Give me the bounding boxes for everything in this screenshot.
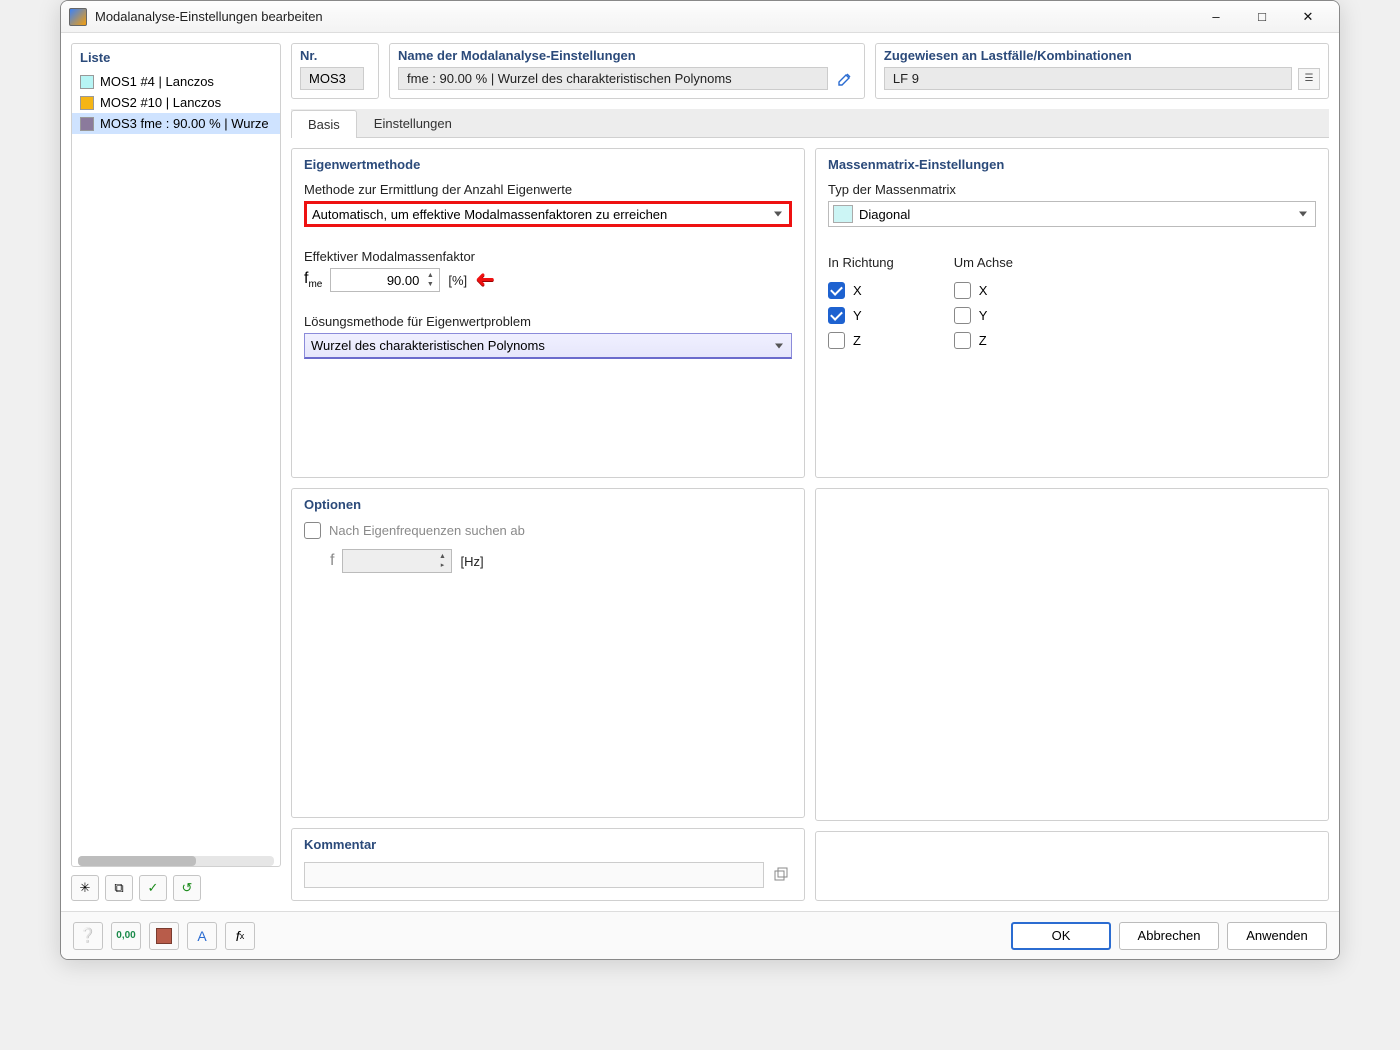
spinner-icon[interactable]: ▲▼ <box>423 271 437 289</box>
group-title: Massenmatrix-Einstellungen <box>828 157 1316 172</box>
cancel-button[interactable]: Abbrechen <box>1119 922 1219 950</box>
list-item-label: MOS3 fme : 90.00 % | Wurze <box>100 116 269 131</box>
axis-x-checkbox[interactable]: X <box>954 282 1013 299</box>
method-label: Methode zur Ermittlung der Anzahl Eigenw… <box>304 182 792 197</box>
group-title: Optionen <box>304 497 792 512</box>
eigenfreq-label: Nach Eigenfrequenzen suchen ab <box>329 523 525 538</box>
group-title: Kommentar <box>304 837 792 852</box>
dir-x-checkbox[interactable]: X <box>828 282 894 299</box>
group-title: Eigenwertmethode <box>304 157 792 172</box>
dir-y-checkbox[interactable]: Y <box>828 307 894 324</box>
list-items: MOS1 #4 | Lanczos MOS2 #10 | Lanczos MOS… <box>72 71 280 850</box>
mass-matrix-group: Massenmatrix-Einstellungen Typ der Masse… <box>815 148 1329 478</box>
axis-header: Um Achse <box>954 255 1013 270</box>
checklist-button[interactable]: ✓ <box>139 875 167 901</box>
tab-bar: Basis Einstellungen <box>291 109 1329 138</box>
name-field[interactable]: fme : 90.00 % | Wurzel des charakteristi… <box>398 67 828 90</box>
list-item-label: MOS1 #4 | Lanczos <box>100 74 214 89</box>
list-item[interactable]: MOS1 #4 | Lanczos <box>72 71 280 92</box>
tab-settings[interactable]: Einstellungen <box>357 109 469 137</box>
axis-z-checkbox[interactable]: Z <box>954 332 1013 349</box>
horizontal-scrollbar[interactable] <box>78 856 274 866</box>
nr-box: Nr. MOS3 <box>291 43 379 99</box>
factor-label: Effektiver Modalmassenfaktor <box>304 249 792 264</box>
checkbox-icon <box>954 332 971 349</box>
new-item-button[interactable]: ✳ <box>71 875 99 901</box>
reset-checks-button[interactable]: ↺ <box>173 875 201 901</box>
font-button[interactable]: A <box>187 922 217 950</box>
empty-group-2 <box>815 831 1329 901</box>
checkbox-icon <box>828 307 845 324</box>
comment-library-icon[interactable] <box>770 864 792 886</box>
name-box: Name der Modalanalyse-Einstellungen fme … <box>389 43 865 99</box>
checkbox-icon <box>828 282 845 299</box>
checkbox-icon <box>828 332 845 349</box>
dir-z-checkbox[interactable]: Z <box>828 332 894 349</box>
solver-label: Lösungsmethode für Eigenwertproblem <box>304 314 792 329</box>
list-toolbar: ✳ ⧉ ✓ ↺ <box>71 875 281 901</box>
factor-input[interactable]: 90.00 ▲▼ <box>330 268 440 292</box>
mass-type-value: Diagonal <box>859 207 910 222</box>
solver-select-value: Wurzel des charakteristischen Polynoms <box>311 338 545 353</box>
color-swatch <box>80 117 94 131</box>
eigenfreq-checkbox[interactable]: Nach Eigenfrequenzen suchen ab <box>304 522 792 539</box>
checkbox-icon <box>954 282 971 299</box>
annotation-arrow-icon: ➜ <box>475 268 495 292</box>
options-group: Optionen Nach Eigenfrequenzen suchen ab … <box>291 488 805 818</box>
mass-type-select[interactable]: Diagonal <box>828 201 1316 227</box>
app-icon <box>69 8 87 26</box>
color-swatch <box>80 75 94 89</box>
factor-symbol: fme <box>304 270 322 290</box>
f-unit: [Hz] <box>460 554 483 569</box>
name-label: Name der Modalanalyse-Einstellungen <box>398 48 856 63</box>
footer: ❔ 0,00 A fx OK Abbrechen Anwenden <box>61 911 1339 959</box>
maximize-button[interactable]: □ <box>1239 1 1285 33</box>
nr-value: MOS3 <box>300 67 364 90</box>
empty-group-1 <box>815 488 1329 821</box>
solver-select[interactable]: Wurzel des charakteristischen Polynoms <box>304 333 792 359</box>
window-title: Modalanalyse-Einstellungen bearbeiten <box>95 9 1193 24</box>
mass-type-label: Typ der Massenmatrix <box>828 182 1316 197</box>
f-input: ▲▸ <box>342 549 452 573</box>
list-item-label: MOS2 #10 | Lanczos <box>100 95 221 110</box>
edit-name-icon[interactable] <box>834 68 856 90</box>
dialog-window: Modalanalyse-Einstellungen bearbeiten – … <box>60 0 1340 960</box>
tab-basis[interactable]: Basis <box>291 110 357 138</box>
checkbox-icon <box>954 307 971 324</box>
f-symbol: f <box>330 552 334 570</box>
function-button[interactable]: fx <box>225 922 255 950</box>
direction-header: In Richtung <box>828 255 894 270</box>
list-item[interactable]: MOS3 fme : 90.00 % | Wurze <box>72 113 280 134</box>
color-swatch <box>80 96 94 110</box>
eigenvalue-method-group: Eigenwertmethode Methode zur Ermittlung … <box>291 148 805 478</box>
method-select-value: Automatisch, um effektive Modalmassenfak… <box>312 207 667 222</box>
nr-label: Nr. <box>300 48 370 63</box>
apply-button[interactable]: Anwenden <box>1227 922 1327 950</box>
assign-details-icon[interactable]: ☰ <box>1298 68 1320 90</box>
close-button[interactable]: ✕ <box>1285 1 1331 33</box>
assign-box: Zugewiesen an Lastfälle/Kombinationen LF… <box>875 43 1329 99</box>
ok-button[interactable]: OK <box>1011 922 1111 950</box>
help-button[interactable]: ❔ <box>73 922 103 950</box>
assign-field[interactable]: LF 9 <box>884 67 1292 90</box>
list-panel-title: Liste <box>72 44 280 71</box>
assign-label: Zugewiesen an Lastfälle/Kombinationen <box>884 48 1320 63</box>
factor-value: 90.00 <box>387 273 420 288</box>
color-button[interactable] <box>149 922 179 950</box>
checkbox-icon <box>304 522 321 539</box>
comment-group: Kommentar <box>291 828 805 901</box>
factor-unit: [%] <box>448 273 467 288</box>
titlebar: Modalanalyse-Einstellungen bearbeiten – … <box>61 1 1339 33</box>
method-select[interactable]: Automatisch, um effektive Modalmassenfak… <box>304 201 792 227</box>
units-button[interactable]: 0,00 <box>111 922 141 950</box>
spinner-icon: ▲▸ <box>435 552 449 570</box>
comment-field[interactable] <box>304 862 764 888</box>
duplicate-button[interactable]: ⧉ <box>105 875 133 901</box>
axis-y-checkbox[interactable]: Y <box>954 307 1013 324</box>
list-item[interactable]: MOS2 #10 | Lanczos <box>72 92 280 113</box>
type-color-swatch <box>833 205 853 223</box>
minimize-button[interactable]: – <box>1193 1 1239 33</box>
